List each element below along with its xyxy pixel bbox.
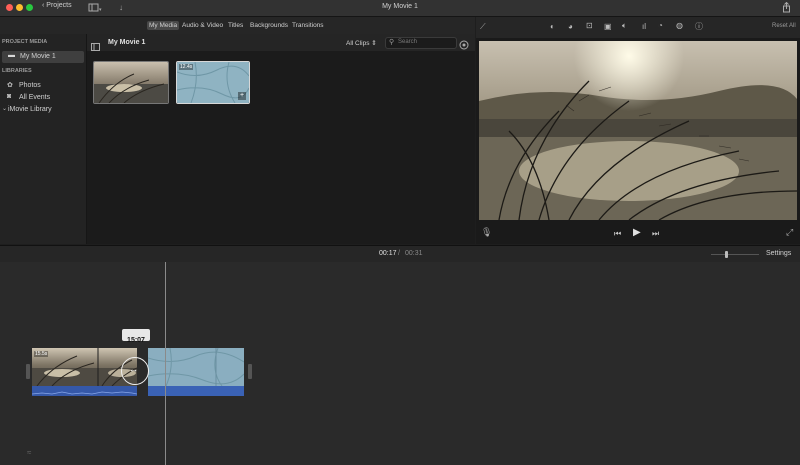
search-icon: ⚲: [389, 39, 395, 46]
current-time: 00:17: [379, 250, 397, 257]
sidebar-item-photos[interactable]: ✿ Photos: [0, 81, 86, 92]
skip-back-icon[interactable]: ⏮︎: [614, 229, 621, 239]
color-correction-icon[interactable]: ◕: [568, 22, 573, 31]
zoom-slider-handle[interactable]: [725, 251, 728, 258]
share-icon[interactable]: [782, 1, 791, 15]
clip-left-edge-handle[interactable]: [26, 364, 30, 379]
color-balance-icon[interactable]: ◐: [550, 22, 555, 31]
audio-waveform-toggle-icon[interactable]: ≈: [27, 448, 31, 457]
trim-time-tooltip: 15:07: [122, 329, 150, 344]
sidebar-item-label: iMovie Library: [8, 106, 52, 113]
timeline-clip-map[interactable]: [147, 347, 245, 396]
libraries-header: LIBRARIES: [2, 68, 32, 74]
tab-transitions[interactable]: Transitions: [290, 21, 326, 30]
up-down-chevron-icon: ⇕: [371, 40, 377, 47]
settings-gear-icon[interactable]: [459, 37, 469, 55]
event-icon: ◙: [7, 93, 12, 100]
clip-right-edge-handle[interactable]: [248, 364, 252, 379]
sidebar-item-all-events[interactable]: ◙ All Events: [0, 93, 86, 104]
trim-arrows-icon: ↔: [129, 364, 138, 374]
fullscreen-icon[interactable]: ⤢: [786, 227, 793, 238]
browser-title: My Movie 1: [108, 39, 146, 46]
time-separator: /: [398, 250, 400, 257]
search-placeholder: Search: [398, 39, 418, 45]
viewer-toolbar: ⟋ ◐ ◕ ⊡ ▣ 🔈︎ ıl ◔ ◍ ⓘ Reset All: [476, 17, 800, 38]
tab-my-media[interactable]: My Media: [147, 21, 180, 30]
title-bar: ‹ Projects ▾ ↓ My Movie 1: [0, 0, 800, 17]
sidebar-item-label: All Events: [19, 94, 51, 101]
total-time: 00:31: [405, 250, 423, 257]
info-icon[interactable]: ⓘ: [695, 21, 703, 32]
search-field[interactable]: ⚲ Search: [385, 37, 457, 49]
video-preview: [479, 41, 797, 220]
sidebar: PROJECT MEDIA ▬ My Movie 1 LIBRARIES ✿ P…: [0, 34, 87, 244]
microphone-icon[interactable]: 🎙︎: [481, 227, 492, 238]
clip-duration-badge: 12.4s: [179, 64, 194, 70]
tab-audio-video[interactable]: Audio & Video: [180, 21, 225, 30]
zoom-slider-track[interactable]: [711, 254, 759, 255]
sidebar-item-project[interactable]: ▬ My Movie 1: [2, 51, 84, 63]
playhead[interactable]: [165, 262, 166, 465]
chevron-down-icon: ⌄: [2, 106, 8, 112]
clips-filter-label: All Clips: [346, 40, 370, 47]
equalizer-icon[interactable]: ıl: [642, 22, 646, 31]
media-tabs-bar: My Media Audio & Video Titles Background…: [0, 17, 475, 34]
sidebar-item-imovie-library[interactable]: ⌄ iMovie Library: [0, 105, 86, 116]
clip-thumbnail-grass[interactable]: [93, 61, 169, 104]
clip-duration-badge: 15.5s: [34, 351, 49, 357]
film-icon: ▬: [8, 52, 15, 59]
clips-filter-dropdown[interactable]: All Clips ⇕: [346, 39, 377, 47]
browser-toolbar: My Movie 1 All Clips ⇕ ⚲ Search: [87, 34, 475, 51]
trim-time-label: 15:07: [127, 337, 145, 344]
stabilization-icon[interactable]: ▣: [604, 22, 612, 31]
photos-icon: ✿: [7, 82, 13, 89]
crop-icon[interactable]: ⊡: [586, 21, 593, 30]
window-title: My Movie 1: [382, 3, 418, 10]
add-clip-plus-icon[interactable]: +: [238, 92, 246, 100]
timeline-toolbar: 00:17 / 00:31 Settings: [0, 245, 800, 263]
project-media-header: PROJECT MEDIA: [2, 39, 48, 45]
clip-thumbnail-map[interactable]: 12.4s +: [176, 61, 250, 104]
reset-all-button[interactable]: Reset All: [772, 23, 796, 29]
skip-forward-icon[interactable]: ⏭︎: [652, 229, 659, 239]
sidebar-toggle-icon[interactable]: [91, 38, 100, 56]
timeline-settings-button[interactable]: Settings: [766, 250, 791, 257]
tab-backgrounds[interactable]: Backgrounds: [248, 21, 290, 30]
filter-icon[interactable]: ◍: [676, 21, 683, 30]
volume-icon[interactable]: 🔈︎: [622, 21, 627, 31]
sidebar-item-label: Photos: [19, 82, 41, 89]
play-icon[interactable]: ▶: [633, 227, 641, 238]
magic-wand-icon[interactable]: ⟋: [480, 22, 486, 32]
speed-icon[interactable]: ◔: [658, 21, 663, 30]
tab-titles[interactable]: Titles: [226, 21, 245, 30]
sidebar-item-label: My Movie 1: [20, 53, 56, 60]
